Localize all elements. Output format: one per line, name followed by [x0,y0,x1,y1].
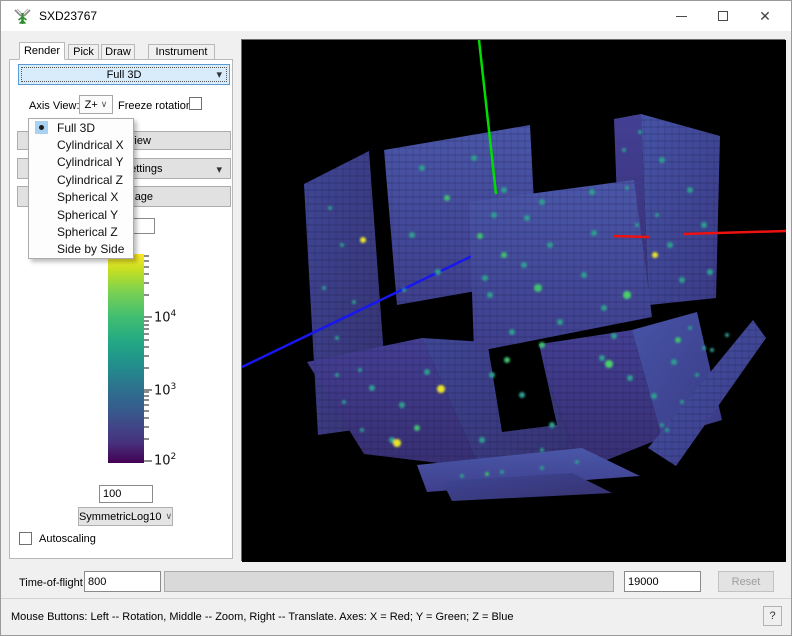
chevron-down-icon: ∨ [165,511,172,522]
chevron-down-icon: ▾ [216,68,222,81]
title-bar: SXD23767 ✕ [1,1,791,31]
tab-instrument[interactable]: Instrument [148,44,215,60]
instrument-3d-scene [242,40,786,562]
colorbar-tick-label: 103 [154,382,176,398]
tof-max-input[interactable] [624,571,701,592]
selected-indicator [35,121,48,134]
instrument-3d-viewport[interactable] [241,39,785,561]
close-button[interactable]: ✕ [747,1,783,31]
chevron-down-icon: ▾ [216,163,222,176]
reset-button[interactable]: Reset [718,571,774,592]
chevron-down-icon: ∨ [101,99,108,110]
menu-item-full-3d[interactable]: Full 3D [29,119,133,136]
freeze-rotation-checkbox[interactable] [189,97,202,110]
colorbar-tick-label: 104 [154,309,176,325]
status-bar: Mouse Buttons: Left -- Rotation, Middle … [1,598,791,636]
help-button[interactable]: ? [763,606,782,626]
tab-render[interactable]: Render [19,42,65,60]
menu-item-cylindrical-z[interactable]: Cylindrical Z [29,171,133,188]
freeze-rotation-label: Freeze rotation [118,100,192,112]
status-text: Mouse Buttons: Left -- Rotation, Middle … [11,611,513,623]
menu-item-spherical-y[interactable]: Spherical Y [29,206,133,223]
close-icon: ✕ [759,8,771,25]
tof-min-input[interactable] [84,571,161,592]
scale-type-combobox[interactable]: SymmetricLog10 ∨ [78,507,173,526]
window-title: SXD23767 [39,9,97,23]
axis-view-label: Axis View: [29,100,80,112]
axis-view-combobox[interactable]: Z+ ∨ [79,95,113,114]
projection-value: Full 3D [107,69,142,81]
tof-slider[interactable] [164,571,614,592]
menu-item-spherical-x[interactable]: Spherical X [29,189,133,206]
projection-combobox[interactable]: Full 3D ▾ [18,64,230,85]
radio-dot-icon [39,125,44,130]
menu-item-cylindrical-x[interactable]: Cylindrical X [29,136,133,153]
maximize-button[interactable] [705,1,741,31]
colorbar-ticks [144,252,156,468]
colorbar-min-input[interactable] [99,485,153,503]
colorbar-tick-label: 102 [154,452,176,468]
colorbar[interactable] [108,254,144,463]
mantid-logo-icon [14,8,31,25]
menu-item-cylindrical-y[interactable]: Cylindrical Y [29,154,133,171]
minimize-icon [676,16,687,17]
tof-label: Time-of-flight [19,577,83,589]
projection-dropdown-menu: Full 3D Cylindrical X Cylindrical Y Cyli… [28,118,134,259]
instrument-view-window: SXD23767 ✕ Render Pick Draw Instrument F… [0,0,792,636]
autoscaling-checkbox[interactable] [19,532,32,545]
autoscaling-label: Autoscaling [39,533,96,545]
menu-item-side-by-side[interactable]: Side by Side [29,241,133,258]
tab-draw[interactable]: Draw [101,44,135,60]
tab-pick[interactable]: Pick [68,44,99,60]
maximize-icon [718,11,728,21]
minimize-button[interactable] [663,1,699,31]
menu-item-spherical-z[interactable]: Spherical Z [29,223,133,240]
